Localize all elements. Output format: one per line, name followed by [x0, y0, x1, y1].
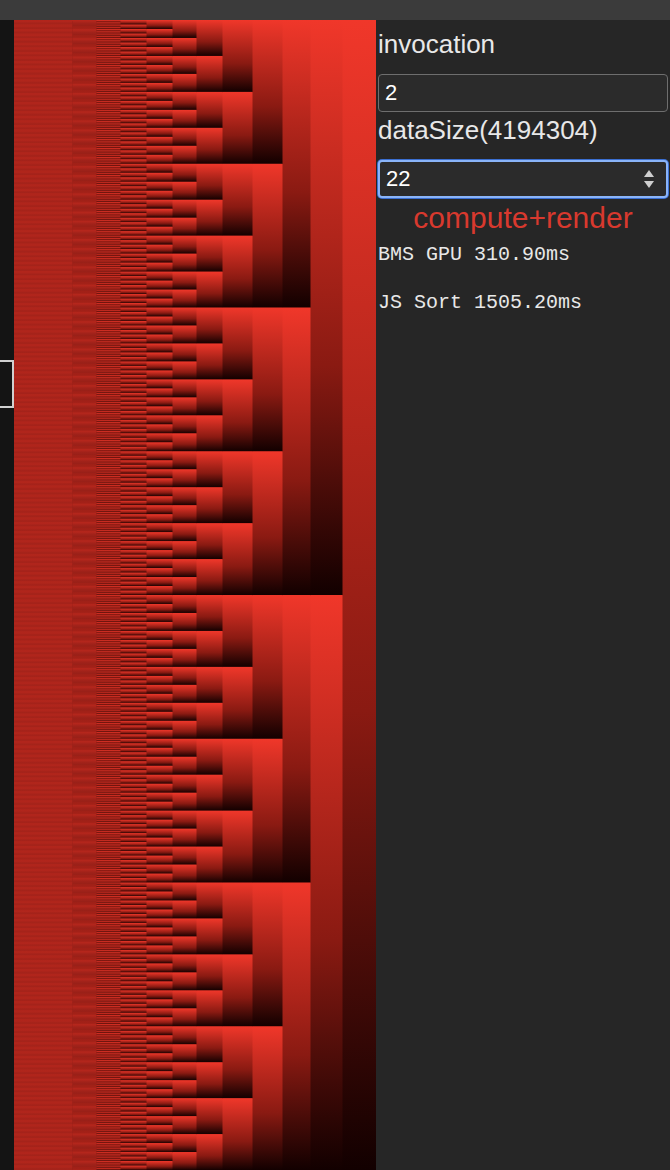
strip-box: [0, 360, 14, 408]
field: invocation 2: [378, 26, 668, 112]
top-bar: [0, 0, 670, 20]
input-value: 22: [386, 165, 642, 193]
app: invocation 2 dataSize(4194304) 22 compute+re…: [0, 0, 670, 1170]
number-input[interactable]: 22: [378, 160, 668, 198]
left-strip: [0, 20, 14, 1170]
timing-text: BMS GPU 310.90ms: [378, 243, 668, 267]
status-label: compute+render: [378, 201, 668, 235]
field: dataSize(4194304) 22: [378, 112, 668, 198]
main: invocation 2 dataSize(4194304) 22 compute+re…: [0, 20, 670, 1170]
control-panel: invocation 2 dataSize(4194304) 22 compute+re…: [376, 20, 670, 1170]
text-input[interactable]: 2: [378, 74, 668, 112]
sort-visualization: [14, 20, 376, 1170]
input-value: 2: [385, 79, 661, 107]
field-label: dataSize(4194304): [378, 112, 668, 148]
timing-text: JS Sort 1505.20ms: [378, 291, 668, 315]
field-label: invocation: [378, 26, 668, 62]
spinner-icon[interactable]: [642, 167, 656, 191]
